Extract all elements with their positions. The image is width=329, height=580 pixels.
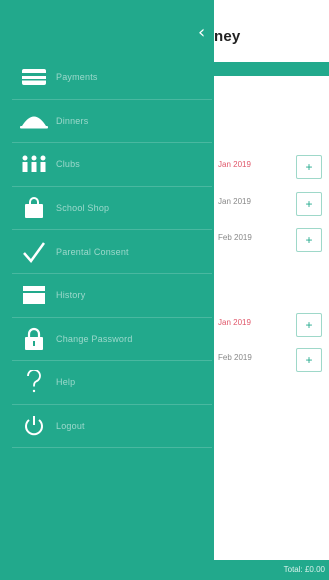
add-button[interactable]: +	[296, 192, 322, 216]
menu-item-label: School Shop	[56, 203, 110, 214]
table-row: Feb 2019 +	[214, 348, 329, 372]
row-date: Jan 2019	[218, 197, 251, 206]
menu-item-help[interactable]: Help	[12, 361, 212, 405]
power-icon	[12, 410, 56, 442]
lock-icon	[12, 323, 56, 355]
menu-item-school-shop[interactable]: School Shop	[12, 187, 212, 231]
footer-bar: Total: £0.00	[214, 560, 329, 580]
row-date: Feb 2019	[218, 353, 252, 362]
payments-icon	[12, 61, 56, 93]
clubs-icon	[12, 148, 56, 180]
menu-item-parental-consent[interactable]: Parental Consent	[12, 230, 212, 274]
chevron-left-icon[interactable]: ‹	[198, 22, 205, 43]
question-icon	[12, 366, 56, 398]
table-row: Jan 2019 +	[214, 192, 329, 216]
table-row: Feb 2019 +	[214, 228, 329, 252]
menu-item-label: Dinners	[56, 115, 89, 126]
dinners-icon	[12, 105, 56, 137]
table-row: Jan 2019 +	[214, 313, 329, 337]
menu-item-change-password[interactable]: Change Password	[12, 318, 212, 362]
menu-item-logout[interactable]: Logout	[12, 405, 212, 449]
menu-item-label: Change Password	[56, 333, 133, 344]
add-button[interactable]: +	[296, 348, 322, 372]
shopping-bag-icon	[12, 192, 56, 224]
menu-item-label: Help	[56, 377, 76, 388]
history-icon	[12, 279, 56, 311]
menu-item-label: History	[56, 290, 86, 301]
side-drawer: ‹ Payments Dinners Clubs School Shop Par…	[0, 0, 214, 580]
footer-total: Total: £0.00	[283, 565, 325, 574]
add-button[interactable]: +	[296, 228, 322, 252]
header-bar	[214, 62, 329, 76]
row-date: Jan 2019	[218, 318, 251, 327]
menu-item-clubs[interactable]: Clubs	[12, 143, 212, 187]
drawer-menu: Payments Dinners Clubs School Shop Paren…	[12, 56, 212, 449]
menu-item-history[interactable]: History	[12, 274, 212, 318]
row-date: Feb 2019	[218, 233, 252, 242]
add-button[interactable]: +	[296, 313, 322, 337]
menu-item-label: Clubs	[56, 159, 81, 170]
add-button[interactable]: +	[296, 155, 322, 179]
menu-item-payments[interactable]: Payments	[12, 56, 212, 100]
menu-item-label: Parental Consent	[56, 246, 129, 257]
menu-item-label: Logout	[56, 421, 85, 432]
menu-item-label: Payments	[56, 72, 98, 83]
page-title: ney	[214, 28, 241, 45]
menu-item-dinners[interactable]: Dinners	[12, 100, 212, 144]
checkmark-icon	[12, 236, 56, 268]
table-row: Jan 2019 +	[214, 155, 329, 179]
row-date: Jan 2019	[218, 160, 251, 169]
